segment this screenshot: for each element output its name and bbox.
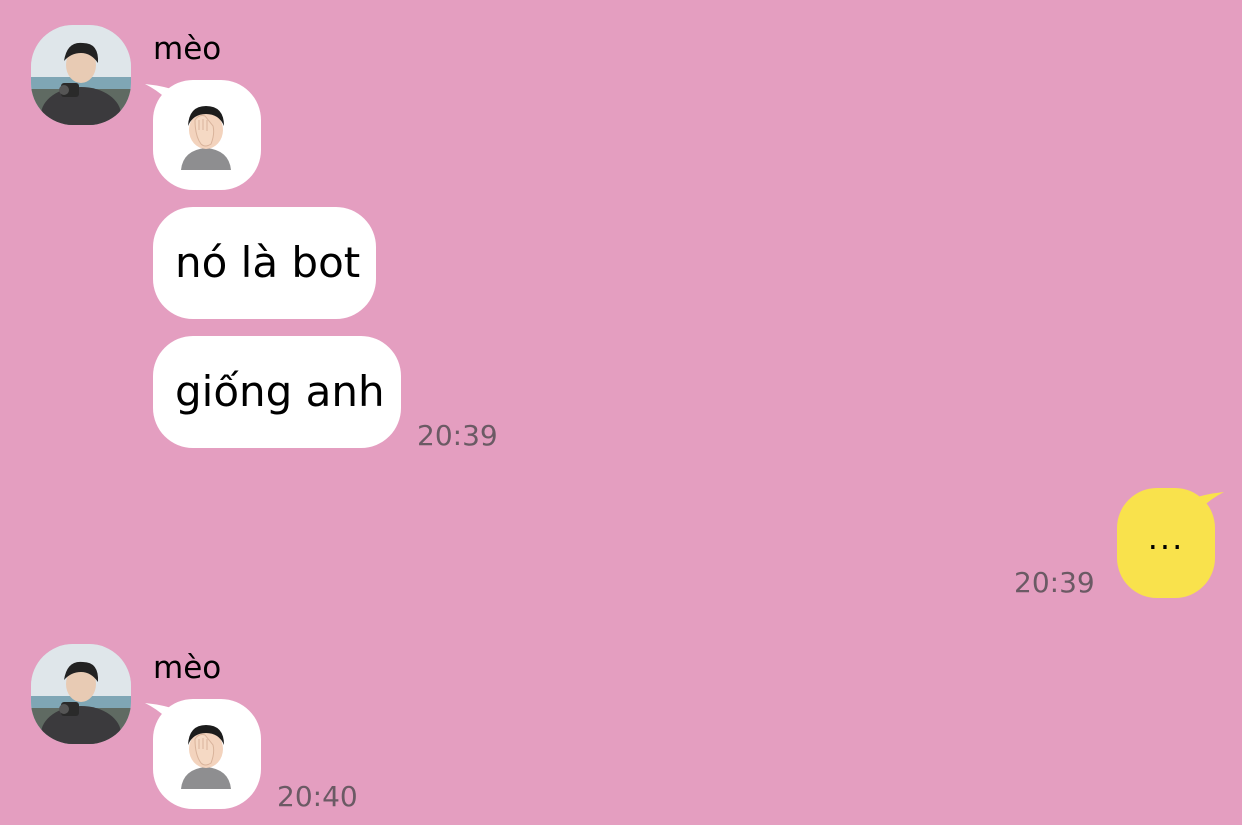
message-bubble-emoji[interactable] <box>153 80 261 190</box>
message-bubble[interactable]: nó là bot <box>153 207 376 319</box>
avatar-meo[interactable] <box>31 25 131 125</box>
avatar-meo[interactable] <box>31 644 131 744</box>
message-bubble-outgoing[interactable]: ... <box>1117 488 1215 598</box>
message-bubble[interactable]: giống anh <box>153 336 401 448</box>
message-timestamp: 20:40 <box>277 780 358 813</box>
message-timestamp: 20:39 <box>1014 566 1095 599</box>
message-timestamp: 20:39 <box>417 419 498 452</box>
message-text: nó là bot <box>175 238 361 287</box>
sender-name: mèo <box>153 31 222 67</box>
message-text: giống anh <box>175 367 385 416</box>
face-palm-emoji <box>175 100 237 170</box>
avatar-photo <box>31 644 131 744</box>
message-bubble-emoji[interactable] <box>153 699 261 809</box>
face-palm-emoji <box>175 719 237 789</box>
avatar-photo <box>31 25 131 125</box>
sender-name: mèo <box>153 650 222 686</box>
message-text: ... <box>1147 519 1185 557</box>
